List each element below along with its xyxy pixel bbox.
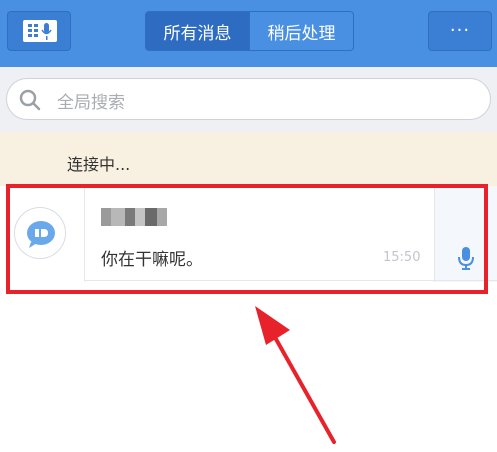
arrow-annotation (255, 306, 336, 444)
